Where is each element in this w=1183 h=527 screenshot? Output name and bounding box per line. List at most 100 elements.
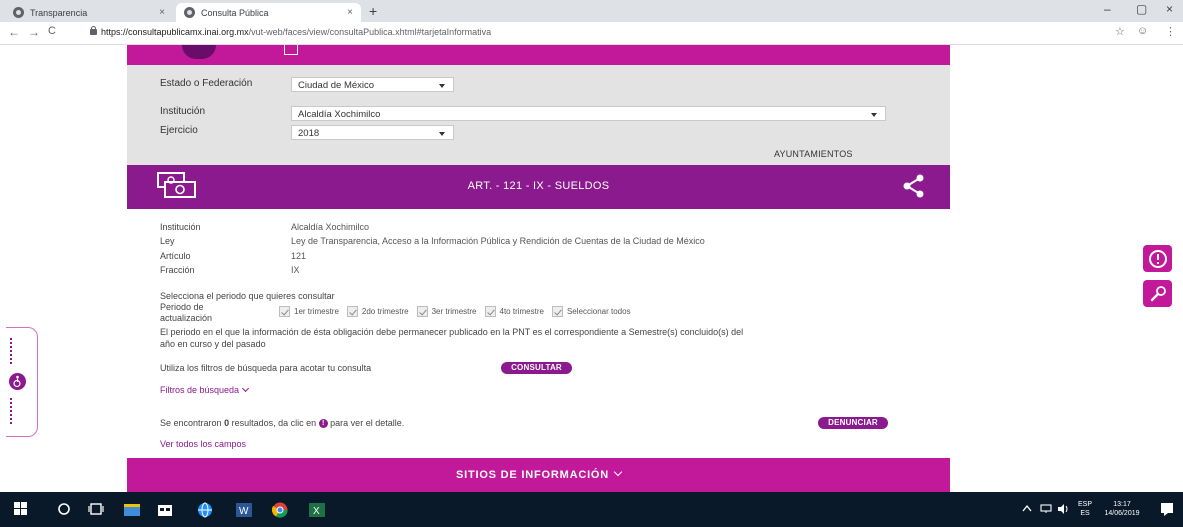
chrome-icon[interactable] (272, 502, 288, 518)
estado-value: Ciudad de México (298, 80, 375, 91)
tab-title: Transparencia (30, 7, 88, 18)
accessibility-icon[interactable] (9, 373, 26, 390)
alert-icon (1148, 249, 1167, 268)
ejercicio-select[interactable]: 2018 (291, 125, 454, 140)
lock-icon[interactable] (90, 26, 97, 35)
sitios-bar[interactable]: SITIOS DE INFORMACIÓN (127, 458, 950, 492)
article-header: ART. - 121 - IX - SUELDOS (127, 165, 950, 209)
estado-select[interactable]: Ciudad de México (291, 77, 454, 92)
detail-fraccion-label: Fracción (160, 265, 195, 275)
checkbox-3er-trimestre[interactable] (416, 306, 428, 317)
periodo-label: Periodo de actualización (160, 302, 213, 323)
denunciar-button[interactable]: DENUNCIAR (818, 417, 888, 429)
periodo-note-line2: año en curso y del pasado (160, 339, 266, 349)
checkbox-4to-trimestre[interactable] (484, 306, 496, 317)
search-hint: Utiliza los filtros de búsqueda para aco… (160, 363, 372, 373)
checkbox-label: 4to trimestre (499, 307, 544, 316)
alert-button[interactable] (1143, 245, 1172, 272)
detail-ley-value: Ley de Transparencia, Acceso a la Inform… (291, 236, 705, 246)
checkbox-seleccionar-todos[interactable] (551, 306, 563, 317)
checkbox-label: Seleccionar todos (566, 307, 631, 316)
network-icon[interactable] (1040, 504, 1052, 514)
chevron-up-icon[interactable] (1022, 504, 1032, 512)
tab-transparencia[interactable]: Transparencia × (5, 3, 173, 22)
wheelchair-icon (13, 375, 21, 388)
results-suffix: para ver el detalle. (330, 418, 405, 428)
globe-icon (13, 7, 24, 18)
results-prefix: Se encontraron (160, 418, 222, 428)
periodo-note-line1: El periodo en el que la información de é… (160, 327, 744, 337)
chevron-down-icon (871, 113, 877, 117)
info-icon: ! (318, 419, 328, 429)
word-icon[interactable]: W (236, 502, 252, 518)
task-view-icon[interactable] (88, 502, 104, 516)
tab-consulta-publica[interactable]: Consulta Pública × (176, 3, 361, 22)
checkbox-2do-trimestre[interactable] (346, 306, 358, 317)
notification-icon[interactable] (1160, 502, 1174, 516)
lang-bottom: ES (1080, 510, 1090, 517)
volume-icon[interactable] (1057, 503, 1069, 515)
detail-institucion-value: Alcaldía Xochimilco (291, 222, 370, 232)
checkbox-label: 3er trimestre (431, 307, 477, 316)
file-explorer-icon[interactable] (124, 502, 140, 516)
bookmark-star-icon[interactable]: ☆ (1115, 25, 1125, 38)
article-title: ART. - 121 - IX - SUELDOS (467, 180, 610, 192)
institucion-label: Institución (160, 106, 206, 117)
results-count: 0 (224, 418, 230, 428)
windows-start-icon[interactable] (14, 502, 28, 516)
results-summary: Se encontraron 0 resultados, da clic en … (160, 418, 405, 429)
detail-articulo-label: Artículo (160, 251, 191, 261)
detail-ley-label: Ley (160, 236, 175, 246)
forward-button[interactable]: → (28, 25, 40, 39)
svg-text:W: W (239, 506, 249, 517)
excel-icon[interactable]: X (309, 502, 325, 518)
browser-tab-strip: Transparencia × Consulta Pública × + – ▢… (0, 0, 1183, 22)
chevron-down-icon (439, 84, 445, 88)
periodo-prompt: Selecciona el periodo que quieres consul… (160, 291, 335, 301)
share-icon[interactable] (902, 174, 926, 198)
url-host: https://consultapublicamx.inai.org.mx (101, 27, 249, 37)
windows-taskbar: W X ESP ES 13:17 14/06/2019 (0, 492, 1183, 527)
globe-app-icon[interactable] (197, 502, 213, 518)
ejercicio-label: Ejercicio (160, 125, 198, 136)
browser-menu-icon[interactable]: ⋮ (1165, 25, 1176, 38)
filtros-toggle[interactable]: Filtros de búsqueda (160, 384, 250, 395)
profile-icon[interactable]: ☺ (1137, 25, 1148, 37)
logo-shape (182, 45, 216, 59)
new-tab-button[interactable]: + (369, 3, 377, 19)
periodo-checkboxes: 1er trimestre 2do trimestre 3er trimestr… (279, 306, 639, 317)
maximize-button[interactable]: ▢ (1136, 2, 1147, 16)
search-icon[interactable] (57, 502, 71, 516)
dots-decoration (10, 398, 12, 426)
checkbox-1er-trimestre[interactable] (279, 306, 290, 317)
tab-close-icon[interactable]: × (347, 7, 353, 18)
category-label: AYUNTAMIENTOS (774, 149, 853, 159)
clock-time: 13:17 (1113, 501, 1131, 508)
browser-toolbar: ← → C https://consultapublicamx.inai.org… (0, 22, 1183, 45)
store-icon[interactable] (157, 502, 173, 516)
accessibility-widget[interactable] (6, 327, 38, 437)
tab-title: Consulta Pública (201, 7, 269, 18)
reload-button[interactable]: C (48, 25, 56, 37)
tools-button[interactable] (1143, 280, 1172, 307)
minimize-button[interactable]: – (1104, 2, 1111, 16)
back-button[interactable]: ← (8, 25, 20, 39)
institucion-select[interactable]: Alcaldía Xochimilco (291, 106, 886, 121)
url-path: /vut-web/faces/view/consultaPublica.xhtm… (248, 27, 492, 37)
address-bar[interactable]: https://consultapublicamx.inai.org.mx/vu… (101, 27, 491, 37)
close-window-button[interactable]: × (1166, 2, 1173, 16)
estado-label: Estado o Federación (160, 78, 253, 89)
clock[interactable]: 13:17 14/06/2019 (1100, 500, 1144, 518)
results-middle: resultados, da clic en (231, 418, 317, 428)
detail-articulo-value: 121 (291, 251, 307, 261)
detail-institucion-label: Institución (160, 222, 201, 232)
sitios-label: SITIOS DE INFORMACIÓN (455, 469, 610, 481)
dots-decoration (10, 338, 12, 366)
header-icon (284, 45, 298, 55)
consultar-button[interactable]: CONSULTAR (501, 362, 572, 374)
language-indicator[interactable]: ESP ES (1075, 500, 1095, 518)
ver-todos-link[interactable]: Ver todos los campos (160, 439, 246, 449)
checkbox-label: 1er trimestre (294, 307, 339, 316)
tab-close-icon[interactable]: × (159, 7, 165, 18)
filtros-label: Filtros de búsqueda (160, 385, 240, 395)
